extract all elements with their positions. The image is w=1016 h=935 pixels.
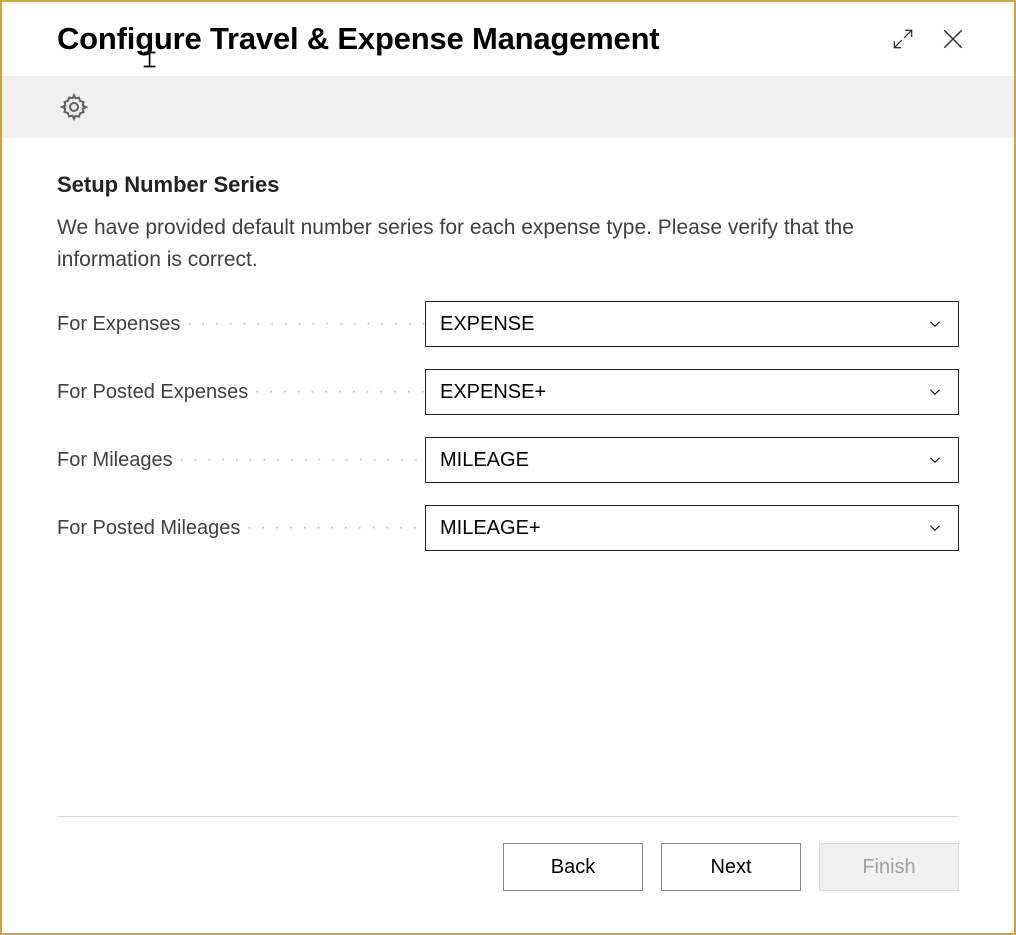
field-posted-expenses-value: EXPENSE+: [440, 381, 926, 404]
section-title: Setup Number Series: [57, 172, 959, 198]
field-posted-mileages-value: MILEAGE+: [440, 517, 926, 540]
back-button[interactable]: Back: [503, 843, 643, 891]
field-expenses-value: EXPENSE: [440, 313, 926, 336]
field-mileages-label-text: For Mileages: [57, 449, 173, 471]
gear-icon[interactable]: [57, 90, 91, 124]
chevron-down-icon: [926, 451, 944, 469]
close-icon[interactable]: [934, 20, 972, 58]
content-area: Setup Number Series We have provided def…: [2, 138, 1014, 816]
expand-icon[interactable]: [884, 20, 922, 58]
wizard-window: Configure Travel & Expense Management ⌶ …: [0, 0, 1016, 935]
text-cursor-icon: ⌶: [143, 49, 156, 71]
field-posted-mileages-row: For Posted Mileages MILEAGE+: [57, 505, 959, 551]
titlebar: Configure Travel & Expense Management ⌶: [2, 2, 1014, 76]
field-expenses-row: For Expenses EXPENSE: [57, 301, 959, 347]
next-button[interactable]: Next: [661, 843, 801, 891]
window-title: Configure Travel & Expense Management ⌶: [57, 21, 872, 57]
field-expenses-label: For Expenses: [57, 313, 425, 336]
chevron-down-icon: [926, 519, 944, 537]
field-mileages-row: For Mileages MILEAGE: [57, 437, 959, 483]
finish-button: Finish: [819, 843, 959, 891]
field-mileages-select[interactable]: MILEAGE: [425, 437, 959, 483]
field-posted-expenses-row: For Posted Expenses EXPENSE+: [57, 369, 959, 415]
field-posted-expenses-label: For Posted Expenses: [57, 381, 425, 404]
wizard-footer: Back Next Finish: [57, 816, 959, 933]
field-posted-mileages-label-text: For Posted Mileages: [57, 517, 240, 539]
ribbon-bar: [2, 76, 1014, 138]
field-expenses-label-text: For Expenses: [57, 313, 180, 335]
field-posted-expenses-select[interactable]: EXPENSE+: [425, 369, 959, 415]
chevron-down-icon: [926, 315, 944, 333]
field-posted-expenses-label-text: For Posted Expenses: [57, 381, 248, 403]
field-posted-mileages-label: For Posted Mileages: [57, 517, 425, 540]
field-mileages-value: MILEAGE: [440, 449, 926, 472]
chevron-down-icon: [926, 383, 944, 401]
field-posted-mileages-select[interactable]: MILEAGE+: [425, 505, 959, 551]
field-expenses-select[interactable]: EXPENSE: [425, 301, 959, 347]
section-description: We have provided default number series f…: [57, 212, 937, 275]
field-mileages-label: For Mileages: [57, 449, 425, 472]
